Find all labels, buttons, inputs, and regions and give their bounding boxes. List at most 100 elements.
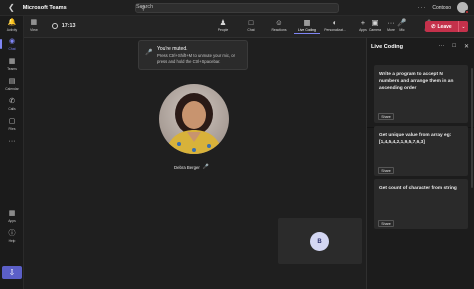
rail-item-chat[interactable]: ◉ Chat bbox=[0, 38, 24, 51]
rail-item-teams[interactable]: ▦ Teams bbox=[0, 58, 24, 71]
back-icon[interactable]: ❮ bbox=[8, 3, 15, 12]
question-text: Write a program to accept N numbers and … bbox=[379, 72, 454, 91]
app-rail: 🔔 Activity ◉ Chat ▦ Teams ▤ Calendar ✆ C… bbox=[0, 16, 24, 289]
share-button[interactable]: Share bbox=[378, 167, 394, 174]
notification-title: You're muted. bbox=[157, 46, 188, 52]
more-icon: ··· bbox=[8, 138, 16, 145]
tool-label: Live Coding bbox=[298, 28, 316, 32]
tool-label: Personalizat... bbox=[324, 28, 346, 32]
share-button[interactable]: Share bbox=[378, 220, 394, 227]
panel-header: Live Coding ··· □ ✕ bbox=[367, 38, 474, 56]
rail-item-help[interactable]: ⓘ Help bbox=[0, 230, 24, 243]
camera-icon: ▣ bbox=[371, 18, 379, 27]
live-coding-panel: Live Coding ··· □ ✕ Write a program to a… bbox=[366, 38, 474, 289]
help-icon: ⓘ bbox=[8, 230, 16, 237]
chat-icon: □ bbox=[248, 18, 254, 27]
title-left: ❮ Microsoft Teams bbox=[8, 3, 67, 12]
reactions-icon: ☺ bbox=[275, 18, 283, 27]
meeting-toolbar-left: ▦ View 17:13 bbox=[30, 19, 76, 32]
bell-icon: 🔔 bbox=[7, 19, 17, 26]
download-button[interactable]: ⇩ bbox=[2, 266, 22, 279]
muted-notification: 🎤 You're muted. Press Ctrl+Shift+M to un… bbox=[138, 40, 248, 70]
camera-button[interactable]: ▣ Camera bbox=[362, 18, 388, 32]
chat-icon: ◉ bbox=[8, 38, 16, 45]
phone-hangup-icon: ✆ bbox=[431, 23, 436, 30]
leave-options-chevron-icon[interactable]: ⌄ bbox=[459, 24, 468, 30]
self-video-tile[interactable]: B bbox=[278, 218, 362, 264]
download-icon: ⇩ bbox=[8, 268, 16, 277]
panel-actions: ··· □ ✕ bbox=[438, 43, 469, 50]
title-right: ··· Contoso bbox=[417, 2, 469, 14]
title-bar: ❮ Microsoft Teams ⚲ Search ··· Contoso bbox=[0, 0, 474, 16]
tool-label: People bbox=[217, 28, 229, 32]
rail-label: Help bbox=[8, 239, 16, 243]
rail-item-calendar[interactable]: ▤ Calendar bbox=[0, 78, 24, 91]
leave-button[interactable]: ✆ Leave ⌄ bbox=[425, 21, 468, 32]
mic-button[interactable]: 🎤 Mic bbox=[389, 18, 415, 32]
rail-label: Teams bbox=[7, 67, 17, 71]
panel-scrollbar[interactable] bbox=[471, 68, 473, 188]
chat-button[interactable]: □ Chat bbox=[238, 18, 264, 34]
personalization-icon: ◐ bbox=[332, 18, 338, 27]
control-label: Camera bbox=[368, 28, 382, 32]
apps-icon: ▦ bbox=[8, 210, 16, 217]
shield-icon bbox=[51, 22, 58, 29]
people-icon: ♟ bbox=[219, 18, 227, 27]
rail-item-apps[interactable]: ▦ Apps bbox=[0, 210, 24, 223]
status-badge bbox=[465, 10, 469, 14]
rail-item-calls[interactable]: ✆ Calls bbox=[0, 98, 24, 111]
people-button[interactable]: ♟ People bbox=[210, 18, 236, 34]
rail-label: Calendar bbox=[5, 87, 19, 91]
leave-main[interactable]: ✆ Leave bbox=[425, 21, 459, 32]
popout-icon[interactable]: □ bbox=[452, 43, 456, 50]
search-box[interactable]: ⚲ Search bbox=[135, 3, 339, 13]
view-label: View bbox=[30, 28, 38, 32]
tool-label: Reactions bbox=[271, 28, 287, 32]
close-icon[interactable]: ✕ bbox=[464, 43, 469, 50]
more-options-icon[interactable]: ··· bbox=[438, 43, 444, 50]
participant-portrait bbox=[159, 84, 229, 154]
panel-title: Live Coding bbox=[371, 44, 404, 50]
live-coding-button[interactable]: ▦ Live Coding bbox=[294, 18, 320, 34]
view-button[interactable]: ▦ View bbox=[30, 19, 38, 32]
mic-off-icon: 🎤 bbox=[202, 164, 210, 170]
meeting-stage: 🎤 You're muted. Press Ctrl+Shift+M to un… bbox=[24, 38, 366, 289]
teams-icon: ▦ bbox=[8, 58, 16, 65]
rail-label: Apps bbox=[8, 219, 16, 223]
leave-label: Leave bbox=[437, 23, 452, 30]
reactions-button[interactable]: ☺ Reactions bbox=[266, 18, 292, 34]
question-text: Get count of character from string bbox=[379, 186, 457, 191]
phone-icon: ✆ bbox=[9, 98, 15, 105]
meeting-timer: 17:13 bbox=[51, 22, 76, 29]
self-avatar: B bbox=[310, 232, 329, 251]
participant-name-tag: Debra Berger 🎤 bbox=[174, 164, 209, 170]
control-label: Mic bbox=[399, 28, 405, 32]
timer-text: 17:13 bbox=[61, 22, 76, 29]
personalization-button[interactable]: ◐ Personalizat... bbox=[322, 18, 348, 34]
more-options-icon[interactable]: ··· bbox=[417, 5, 426, 11]
rail-label: Calls bbox=[8, 107, 16, 111]
grid-icon: ▦ bbox=[30, 19, 38, 26]
question-card: Get count of character from string Share bbox=[374, 179, 468, 229]
participant-name: Debra Berger bbox=[174, 164, 200, 170]
rail-item-files[interactable]: ▢ Files bbox=[0, 118, 24, 131]
live-coding-icon: ▦ bbox=[303, 18, 311, 27]
rail-item-activity[interactable]: 🔔 Activity bbox=[0, 19, 24, 32]
app-title: Microsoft Teams bbox=[22, 4, 67, 11]
meeting-toolbar: ▦ View 17:13 ♟ People □ Chat ☺ Reactions… bbox=[24, 16, 474, 38]
file-icon: ▢ bbox=[8, 118, 16, 125]
question-card: Write a program to accept N numbers and … bbox=[374, 65, 468, 123]
org-name[interactable]: Contoso bbox=[432, 5, 451, 11]
calendar-icon: ▤ bbox=[8, 78, 16, 85]
rail-label: Files bbox=[8, 127, 16, 131]
participant-photo bbox=[159, 84, 229, 154]
avatar[interactable] bbox=[457, 2, 469, 14]
mic-off-icon: 🎤 bbox=[145, 50, 153, 56]
rail-label: Chat bbox=[8, 47, 16, 51]
tool-label: Chat bbox=[247, 28, 255, 32]
notification-body: Press Ctrl+Shift+M to unmute your mic, o… bbox=[157, 53, 235, 64]
share-button[interactable]: Share bbox=[378, 113, 394, 120]
question-card: Get unique value from array eg: [1,4,5,4… bbox=[374, 126, 468, 176]
mic-off-icon: 🎤 bbox=[397, 18, 407, 27]
rail-more-apps[interactable]: ··· bbox=[0, 138, 24, 146]
